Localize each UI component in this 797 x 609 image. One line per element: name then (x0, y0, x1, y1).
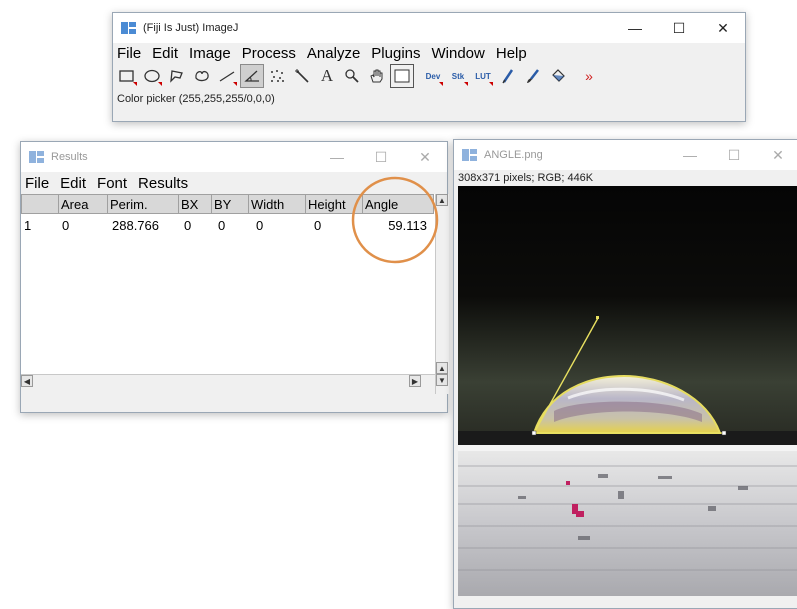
droplet-image[interactable] (458, 186, 797, 596)
menu-edit[interactable]: Edit (152, 45, 178, 62)
wand-tool-icon[interactable] (290, 64, 314, 88)
dev-menu-label: Dev (425, 71, 441, 81)
imagej-titlebar[interactable]: (Fiji Is Just) ImageJ — ☐ ✕ (113, 13, 745, 43)
image-window: ANGLE.png — ☐ ✕ 308x371 pixels; RGB; 446… (453, 139, 797, 609)
column-header-bx[interactable]: BX (178, 194, 212, 214)
rectangle-tool-icon[interactable] (115, 64, 139, 88)
menu-image[interactable]: Image (189, 45, 231, 62)
dev-menu-icon[interactable]: Dev (421, 64, 445, 88)
hand-tool-icon[interactable] (365, 64, 389, 88)
results-app-icon (29, 150, 45, 164)
results-menu-edit[interactable]: Edit (60, 175, 86, 192)
pencil-tool-icon[interactable] (496, 64, 520, 88)
results-menu-results[interactable]: Results (138, 175, 188, 192)
image-titlebar[interactable]: ANGLE.png — ☐ ✕ (454, 140, 797, 170)
more-tools-icon[interactable]: » (577, 64, 601, 88)
close-button[interactable]: ✕ (403, 142, 447, 172)
menu-plugins[interactable]: Plugins (371, 45, 420, 62)
column-header-perim[interactable]: Perim. (107, 194, 179, 214)
table-cell: 0 (184, 218, 192, 233)
stk-menu-label: Stk (451, 71, 465, 81)
minimize-button[interactable]: — (315, 142, 359, 172)
image-canvas[interactable] (458, 186, 797, 596)
menu-analyze[interactable]: Analyze (307, 45, 360, 62)
maximize-button[interactable]: ☐ (359, 142, 403, 172)
menu-help[interactable]: Help (496, 45, 527, 62)
lut-menu-icon[interactable]: LUT (471, 64, 495, 88)
table-cell: 0 (62, 218, 70, 233)
scroll-right-arrow-icon[interactable]: ▶ (409, 375, 421, 387)
polygon-tool-icon[interactable] (165, 64, 189, 88)
maximize-button[interactable]: ☐ (712, 140, 756, 170)
brush-tool-icon[interactable] (521, 64, 545, 88)
image-title: ANGLE.png (484, 149, 543, 161)
column-header-width[interactable]: Width (248, 194, 306, 214)
imagej-app-icon (121, 21, 137, 35)
line-tool-icon[interactable] (215, 64, 239, 88)
scroll-down-arrow-icon[interactable]: ▼ (436, 374, 448, 386)
imagej-window: (Fiji Is Just) ImageJ — ☐ ✕ File Edit Im… (112, 12, 746, 122)
column-header-index[interactable] (21, 194, 59, 214)
scroll-up-arrow-icon[interactable]: ▲ (436, 362, 448, 374)
column-header-area[interactable]: Area (58, 194, 108, 214)
table-cell: 288.766 (112, 218, 159, 233)
text-tool-icon[interactable]: A (315, 64, 339, 88)
results-title: Results (51, 151, 88, 163)
table-cell: 0 (218, 218, 226, 233)
text-tool-glyph: A (320, 66, 334, 85)
menu-process[interactable]: Process (242, 45, 296, 62)
table-cell: 1 (24, 218, 32, 233)
more-tools-label: » (585, 68, 593, 84)
minimize-button[interactable]: — (668, 140, 712, 170)
image-app-icon (462, 148, 478, 162)
close-button[interactable]: ✕ (701, 13, 745, 43)
column-header-by[interactable]: BY (211, 194, 249, 214)
imagej-menubar: File Edit Image Process Analyze Plugins … (113, 43, 745, 63)
minimize-button[interactable]: — (613, 13, 657, 43)
menu-window[interactable]: Window (432, 45, 485, 62)
flood-fill-tool-icon[interactable] (546, 64, 570, 88)
close-button[interactable]: ✕ (756, 140, 797, 170)
results-window: Results — ☐ ✕ File Edit Font Results Are… (20, 141, 449, 413)
color-picker-tool-icon[interactable] (390, 64, 414, 88)
lut-menu-label: LUT (475, 71, 491, 81)
imagej-toolbar: A Dev Stk LUT » (113, 63, 745, 89)
menu-file[interactable]: File (117, 45, 141, 62)
freehand-tool-icon[interactable] (190, 64, 214, 88)
results-titlebar[interactable]: Results — ☐ ✕ (21, 142, 447, 172)
table-cell: 0 (256, 218, 264, 233)
oval-tool-icon[interactable] (140, 64, 164, 88)
results-menu-font[interactable]: Font (97, 175, 127, 192)
stk-menu-icon[interactable]: Stk (446, 64, 470, 88)
results-menu-file[interactable]: File (25, 175, 49, 192)
imagej-status-bar: Color picker (255,255,255/0,0,0) (117, 93, 275, 105)
maximize-button[interactable]: ☐ (657, 13, 701, 43)
horizontal-scrollbar[interactable]: ◀ ▶ (21, 374, 435, 388)
point-tool-icon[interactable] (265, 64, 289, 88)
imagej-title: (Fiji Is Just) ImageJ (143, 22, 239, 34)
highlight-circle (351, 176, 439, 264)
angle-tool-icon[interactable] (240, 64, 264, 88)
magnifier-tool-icon[interactable] (340, 64, 364, 88)
image-info: 308x371 pixels; RGB; 446K (458, 172, 594, 184)
scroll-left-arrow-icon[interactable]: ◀ (21, 375, 33, 387)
